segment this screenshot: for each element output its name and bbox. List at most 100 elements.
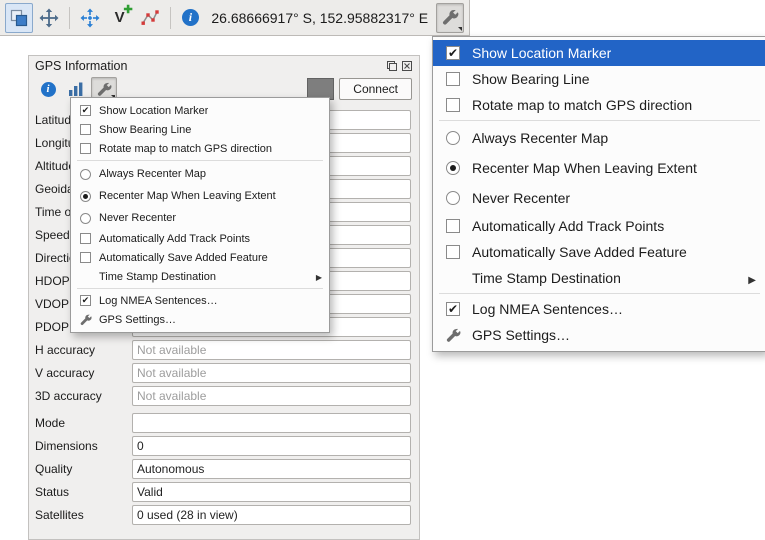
menu-item-log-nmea-sentences[interactable]: Log NMEA Sentences…	[71, 291, 329, 310]
submenu-arrow-icon	[316, 271, 322, 283]
field-label: Quality	[35, 462, 132, 476]
checkbox-checked-icon	[443, 302, 463, 316]
checkbox-icon	[78, 233, 93, 244]
menu-item-show-bearing-line[interactable]: Show Bearing Line	[71, 120, 329, 139]
menu-item-label: Time Stamp Destination	[472, 270, 621, 286]
gps-coordinates-readout: 26.68666917° S, 152.95882317° E	[211, 10, 428, 26]
menu-item-label: Always Recenter Map	[99, 168, 206, 180]
gps-options-menu-small: Show Location Marker Show Bearing Line R…	[70, 97, 330, 333]
menu-item-never-recenter[interactable]: Never Recenter	[433, 183, 765, 213]
field-row-satellites: Satellites	[35, 503, 411, 526]
track-line-icon	[140, 8, 160, 28]
menu-item-time-stamp-destination[interactable]: Time Stamp Destination	[433, 265, 765, 291]
field-row-status: Status	[35, 480, 411, 503]
menu-item-label: Always Recenter Map	[472, 130, 608, 146]
menu-item-always-recenter[interactable]: Always Recenter Map	[71, 163, 329, 185]
menu-item-label: Automatically Save Added Feature	[99, 252, 268, 264]
menu-item-show-location-marker[interactable]: Show Location Marker	[433, 40, 765, 66]
menu-item-label: GPS Settings…	[99, 314, 176, 326]
radio-selected-icon	[78, 191, 93, 202]
menu-separator	[77, 160, 323, 161]
menu-item-label: Recenter Map When Leaving Extent	[472, 160, 697, 176]
menu-item-label: Log NMEA Sentences…	[99, 295, 218, 307]
add-gps-feature-button[interactable]: V✚	[106, 3, 134, 33]
menu-separator	[77, 288, 323, 289]
blue-crosshair-icon	[80, 8, 100, 28]
menu-item-rotate-map[interactable]: Rotate map to match GPS direction	[71, 139, 329, 158]
float-panel-icon	[387, 61, 397, 71]
info-icon: i	[41, 82, 56, 97]
radio-icon	[78, 169, 93, 180]
checkbox-icon	[78, 124, 93, 135]
menu-item-auto-save-added-feature[interactable]: Automatically Save Added Feature	[433, 239, 765, 265]
dropdown-arrow-icon	[458, 27, 462, 31]
field-row-3d-accuracy: 3D accuracy	[35, 384, 411, 407]
checkbox-checked-icon	[443, 46, 463, 60]
menu-item-gps-settings[interactable]: GPS Settings…	[71, 310, 329, 329]
gps-track-button[interactable]	[136, 3, 164, 33]
menu-item-auto-add-track-points[interactable]: Automatically Add Track Points	[433, 213, 765, 239]
recenter-map-button[interactable]	[76, 3, 104, 33]
checkbox-icon	[78, 252, 93, 263]
dimensions-input[interactable]	[132, 436, 411, 456]
field-label: V accuracy	[35, 366, 132, 380]
menu-item-gps-settings[interactable]: GPS Settings…	[433, 322, 765, 348]
menu-item-label: Automatically Add Track Points	[472, 218, 664, 234]
panel-header: GPS Information	[29, 56, 419, 74]
menu-item-always-recenter[interactable]: Always Recenter Map	[433, 123, 765, 153]
toolbar-separator	[170, 7, 171, 29]
recenter-crosshair-button[interactable]	[35, 3, 63, 33]
info-icon: i	[182, 9, 199, 26]
menu-item-recenter-when-leaving-extent[interactable]: Recenter Map When Leaving Extent	[71, 185, 329, 207]
field-label: 3D accuracy	[35, 389, 132, 403]
v-plus-icon: V✚	[115, 10, 125, 25]
close-icon	[402, 61, 412, 71]
accuracy-3d-input[interactable]	[132, 386, 411, 406]
bar-chart-icon	[68, 81, 84, 97]
gps-panel-icon	[10, 9, 28, 27]
float-panel-button[interactable]	[386, 60, 398, 72]
menu-item-show-bearing-line[interactable]: Show Bearing Line	[433, 66, 765, 92]
connect-button[interactable]: Connect	[339, 78, 412, 100]
menu-item-auto-add-track-points[interactable]: Automatically Add Track Points	[71, 229, 329, 248]
field-row-v-accuracy: V accuracy	[35, 361, 411, 384]
menu-item-show-location-marker[interactable]: Show Location Marker	[71, 101, 329, 120]
v-accuracy-input[interactable]	[132, 363, 411, 383]
radio-selected-icon	[443, 161, 463, 175]
quality-input[interactable]	[132, 459, 411, 479]
gps-options-button[interactable]	[436, 3, 464, 33]
field-label: Satellites	[35, 508, 132, 522]
menu-item-label: Log NMEA Sentences…	[472, 301, 623, 317]
close-panel-button[interactable]	[401, 60, 413, 72]
menu-item-never-recenter[interactable]: Never Recenter	[71, 207, 329, 229]
wrench-icon	[443, 328, 463, 343]
move-crosshair-icon	[39, 8, 59, 28]
mode-input[interactable]	[132, 413, 411, 433]
gps-panel-toggle-button[interactable]	[5, 3, 33, 33]
gps-toolbar: V✚ i 26.68666917° S, 152.95882317° E	[0, 0, 470, 36]
toolbar-separator	[69, 7, 70, 29]
field-row-h-accuracy: H accuracy	[35, 338, 411, 361]
menu-item-recenter-when-leaving-extent[interactable]: Recenter Map When Leaving Extent	[433, 153, 765, 183]
field-label: Dimensions	[35, 439, 132, 453]
satellites-input[interactable]	[132, 505, 411, 525]
h-accuracy-input[interactable]	[132, 340, 411, 360]
position-info-button[interactable]: i	[35, 77, 61, 101]
menu-item-auto-save-added-feature[interactable]: Automatically Save Added Feature	[71, 248, 329, 267]
checkbox-icon	[443, 219, 463, 233]
gps-information-button[interactable]: i	[176, 3, 204, 33]
wrench-icon	[97, 82, 112, 97]
wrench-icon	[78, 314, 93, 326]
status-input[interactable]	[132, 482, 411, 502]
field-row-quality: Quality	[35, 457, 411, 480]
menu-item-rotate-map[interactable]: Rotate map to match GPS direction	[433, 92, 765, 118]
menu-item-time-stamp-destination[interactable]: Time Stamp Destination	[71, 267, 329, 286]
menu-item-label: Automatically Add Track Points	[99, 233, 250, 245]
menu-item-label: Show Location Marker	[99, 105, 208, 117]
checkbox-checked-icon	[78, 295, 93, 306]
checkbox-icon	[443, 72, 463, 86]
menu-item-log-nmea-sentences[interactable]: Log NMEA Sentences…	[433, 296, 765, 322]
field-row-mode: Mode	[35, 411, 411, 434]
checkbox-icon	[78, 143, 93, 154]
menu-item-label: Never Recenter	[99, 212, 176, 224]
